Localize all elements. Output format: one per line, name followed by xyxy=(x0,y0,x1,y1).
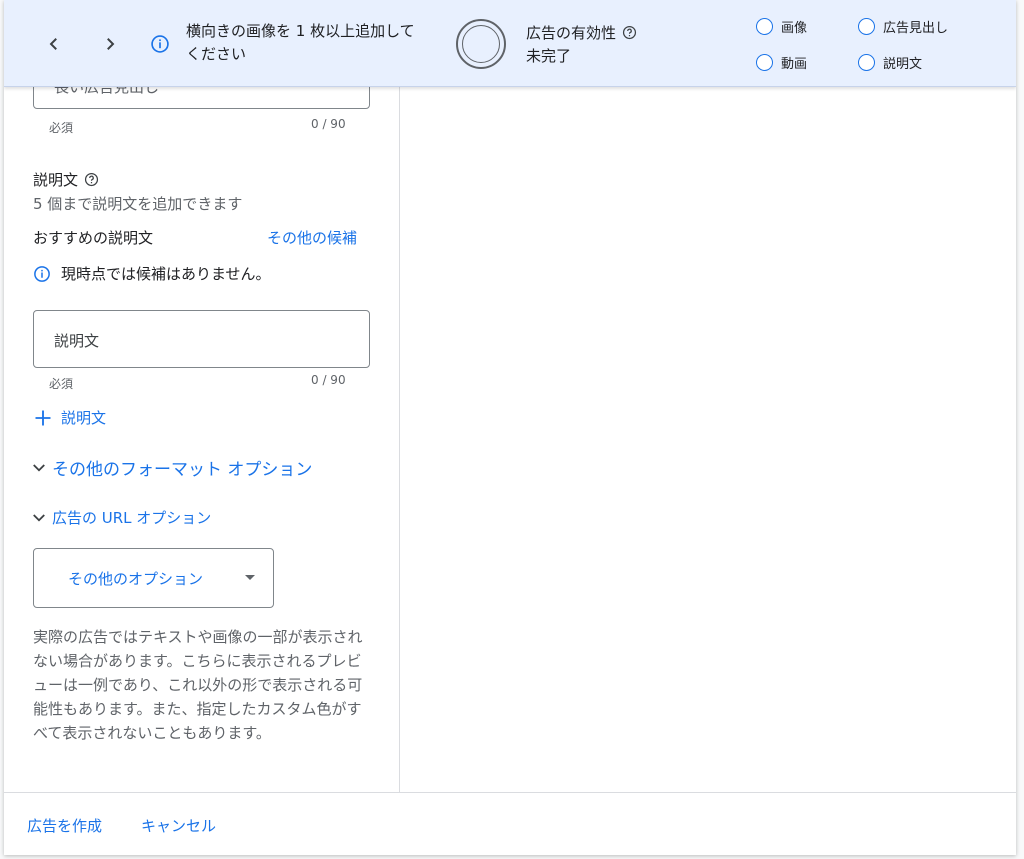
create-ad-button[interactable]: 広告を作成 xyxy=(27,815,102,836)
description-subtitle: 5 個まで説明文を追加できます xyxy=(33,195,243,213)
plus-icon xyxy=(35,410,51,425)
checklist-item-description: 説明文 xyxy=(858,53,922,72)
cancel-button[interactable]: キャンセル xyxy=(141,815,216,836)
no-suggestions-notice: 現時点では候補はありません。 xyxy=(33,263,271,284)
add-description-button[interactable]: 説明文 xyxy=(33,407,106,428)
unchecked-circle-icon xyxy=(858,54,875,71)
unchecked-circle-icon xyxy=(756,18,773,35)
long-headline-counter: 0 / 90 xyxy=(311,117,346,131)
chevron-left-icon xyxy=(49,38,57,50)
form-panel: 長い広告見出し 必須 0 / 90 説明文 5 個まで説明文を追加できます おす… xyxy=(4,87,400,792)
banner-message: 横向きの画像を 1 枚以上追加してください xyxy=(186,22,415,63)
format-options-expander[interactable]: その他のフォーマット オプション xyxy=(30,455,312,480)
footer-bar: 広告を作成 キャンセル xyxy=(4,792,1016,855)
description-required: 必須 xyxy=(49,377,74,391)
checklist-item-image: 画像 xyxy=(756,17,807,36)
help-icon[interactable] xyxy=(84,172,99,187)
unchecked-circle-icon xyxy=(756,54,773,71)
url-options-expander[interactable]: 広告の URL オプション xyxy=(30,507,211,528)
description-input[interactable]: 説明文 xyxy=(33,310,370,368)
recommended-descriptions-label: おすすめの説明文 xyxy=(33,229,154,247)
more-suggestions-link[interactable]: その他の候補 xyxy=(267,227,357,248)
info-icon xyxy=(34,265,50,282)
next-button[interactable] xyxy=(96,30,124,58)
dropdown-caret-icon xyxy=(245,575,255,580)
checklist-item-video: 動画 xyxy=(756,53,807,72)
effectiveness-status: 未完了 xyxy=(526,47,572,65)
info-icon xyxy=(151,35,169,53)
checklist-item-headline: 広告見出し xyxy=(858,17,948,36)
preview-disclaimer: 実際の広告ではテキストや画像の一部が表示されない場合があります。こちらに表示され… xyxy=(33,628,363,742)
unchecked-circle-icon xyxy=(858,18,875,35)
more-options-dropdown[interactable]: その他のオプション xyxy=(33,548,274,608)
prev-button[interactable] xyxy=(40,30,68,58)
status-banner: 横向きの画像を 1 枚以上追加してください 広告の有効性 未完了 画像 広告見出… xyxy=(4,0,1016,87)
description-counter: 0 / 90 xyxy=(311,373,346,387)
effectiveness-gauge xyxy=(456,19,506,69)
ad-editor-dialog: 横向きの画像を 1 枚以上追加してください 広告の有効性 未完了 画像 広告見出… xyxy=(4,0,1016,855)
chevron-down-icon xyxy=(33,463,45,472)
chevron-down-icon xyxy=(33,513,45,522)
help-icon[interactable] xyxy=(622,25,637,40)
description-section-title: 説明文 xyxy=(33,169,99,190)
chevron-right-icon xyxy=(107,38,115,50)
long-headline-input[interactable]: 長い広告見出し xyxy=(33,87,370,109)
effectiveness-label: 広告の有効性 xyxy=(526,22,637,43)
long-headline-required: 必須 xyxy=(49,121,74,135)
preview-area xyxy=(401,87,1016,792)
